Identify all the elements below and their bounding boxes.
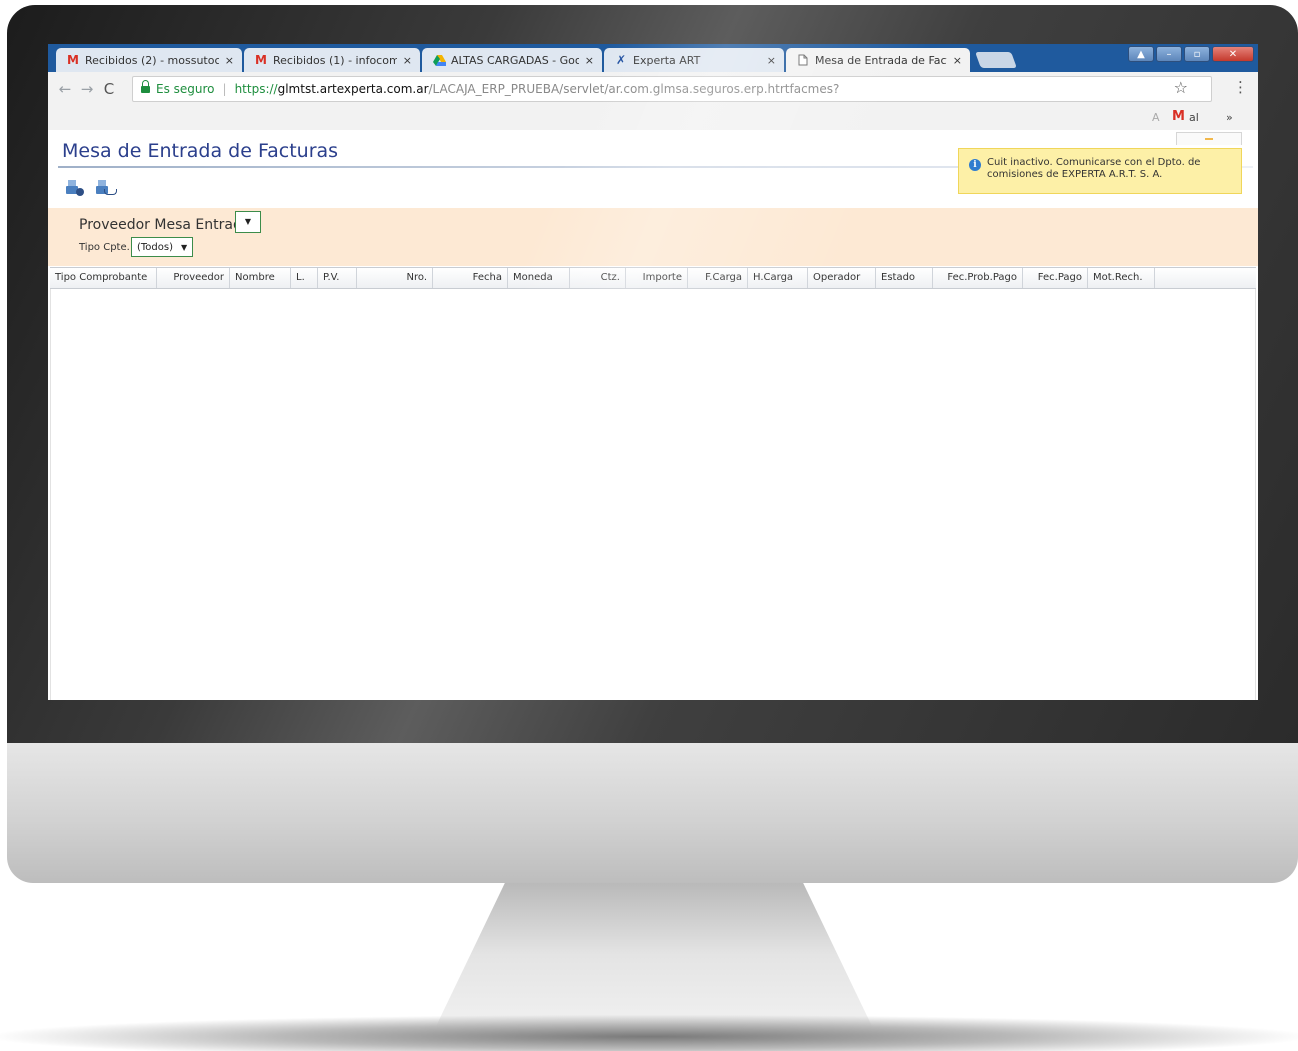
view-invoice-icon[interactable] bbox=[94, 178, 117, 196]
col-operador[interactable]: Operador bbox=[808, 268, 876, 288]
bookmark-star-icon[interactable]: ☆ bbox=[1174, 78, 1188, 97]
browser-window: M Recibidos (2) - mossutoc × M Recibidos… bbox=[48, 44, 1258, 700]
bookmarks-bar: A M al » bbox=[48, 106, 1258, 131]
new-tab-button[interactable] bbox=[975, 52, 1017, 68]
action-toolbar bbox=[64, 178, 117, 196]
tab-title: ALTAS CARGADAS - Goo bbox=[451, 53, 579, 67]
col-fec-pago[interactable]: Fec.Pago bbox=[1023, 268, 1088, 288]
url-scheme: https:// bbox=[234, 82, 278, 96]
grid-header: Tipo Comprobante Proveedor Nombre L. P.V… bbox=[50, 267, 1256, 289]
col-nro[interactable]: Nro. bbox=[357, 268, 433, 288]
secure-label: Es seguro bbox=[156, 82, 215, 96]
experta-icon: ✗ bbox=[615, 53, 627, 67]
col-f-carga[interactable]: F.Carga bbox=[688, 268, 748, 288]
notification-handle[interactable] bbox=[1176, 132, 1242, 145]
col-fec-prob-pago[interactable]: Fec.Prob.Pago bbox=[933, 268, 1023, 288]
back-icon[interactable]: ← bbox=[54, 80, 76, 98]
monitor-chin bbox=[7, 743, 1298, 883]
menu-icon[interactable]: ⋮ bbox=[1233, 78, 1248, 96]
col-l[interactable]: L. bbox=[291, 268, 318, 288]
col-estado[interactable]: Estado bbox=[876, 268, 933, 288]
page-content: Mesa de Entrada de Facturas i Cuit inact… bbox=[48, 130, 1258, 700]
tab-mesa-entrada[interactable]: Mesa de Entrada de Fact × bbox=[786, 48, 970, 72]
col-pv[interactable]: P.V. bbox=[318, 268, 357, 288]
user-icon[interactable]: ▲ bbox=[1128, 46, 1154, 62]
gmail-icon[interactable]: M bbox=[1172, 109, 1185, 124]
tab-strip: M Recibidos (2) - mossutoc × M Recibidos… bbox=[48, 44, 1258, 72]
col-proveedor[interactable]: Proveedor bbox=[157, 268, 230, 288]
close-icon[interactable]: × bbox=[953, 54, 962, 67]
tab-title: Mesa de Entrada de Fact bbox=[815, 53, 947, 67]
tab-title: Experta ART bbox=[633, 53, 701, 67]
filter-panel: Proveedor Mesa Entrada ▼ Tipo Cpte. (Tod… bbox=[48, 208, 1258, 266]
tab-experta-art[interactable]: ✗ Experta ART × bbox=[604, 48, 784, 72]
window-close-icon[interactable]: ✕ bbox=[1212, 46, 1254, 62]
chevron-down-icon: ▼ bbox=[181, 242, 188, 252]
close-icon[interactable]: × bbox=[225, 54, 234, 67]
tab-gmail-mossuto[interactable]: M Recibidos (2) - mossutoc × bbox=[56, 48, 242, 72]
gmail-icon: M bbox=[255, 53, 267, 67]
notification-box: i Cuit inactivo. Comunicarse con el Dpto… bbox=[958, 148, 1242, 194]
monitor-base-shadow bbox=[0, 1015, 1298, 1051]
close-icon[interactable]: × bbox=[403, 54, 412, 67]
col-fecha[interactable]: Fecha bbox=[433, 268, 508, 288]
proveedor-select[interactable]: ▼ bbox=[235, 211, 261, 233]
col-mot-rech[interactable]: Mot.Rech. bbox=[1088, 268, 1155, 288]
col-importe[interactable]: Importe bbox=[626, 268, 688, 288]
col-h-carga[interactable]: H.Carga bbox=[748, 268, 808, 288]
page-title: Mesa de Entrada de Facturas bbox=[62, 140, 339, 162]
col-tipo-comprobante[interactable]: Tipo Comprobante bbox=[50, 268, 157, 288]
bookmark-al[interactable]: al bbox=[1189, 111, 1199, 124]
info-icon: i bbox=[969, 159, 981, 171]
lock-icon bbox=[141, 80, 150, 94]
page-icon bbox=[796, 54, 810, 66]
tipo-cpte-value: (Todos) bbox=[137, 241, 174, 253]
url-separator: | bbox=[222, 82, 227, 96]
col-ctz[interactable]: Ctz. bbox=[570, 268, 626, 288]
proveedor-label: Proveedor Mesa Entrada bbox=[79, 217, 251, 233]
add-invoice-icon[interactable] bbox=[64, 178, 86, 196]
grid-body bbox=[50, 289, 1256, 700]
url-host: glmtst.artexperta.com.ar bbox=[277, 82, 429, 96]
tab-gmail-infocomis[interactable]: M Recibidos (1) - infocomis × bbox=[244, 48, 420, 72]
close-icon[interactable]: × bbox=[767, 54, 776, 67]
col-nombre[interactable]: Nombre bbox=[230, 268, 291, 288]
url-path: /LACAJA_ERP_PRUEBA/servlet/ar.com.glmsa.… bbox=[428, 82, 840, 96]
address-bar[interactable]: Es seguro | https://glmtst.artexperta.co… bbox=[132, 76, 1212, 102]
tipo-cpte-label: Tipo Cpte. bbox=[79, 242, 130, 253]
tab-title: Recibidos (1) - infocomis bbox=[273, 53, 397, 67]
minimize-icon[interactable]: – bbox=[1156, 46, 1182, 62]
tab-altas-cargadas[interactable]: ALTAS CARGADAS - Goo × bbox=[422, 48, 602, 72]
close-icon[interactable]: × bbox=[585, 54, 594, 67]
forward-icon[interactable]: → bbox=[76, 80, 98, 98]
chevron-down-icon: ▼ bbox=[244, 217, 252, 226]
bookmark-a[interactable]: A bbox=[1152, 111, 1160, 124]
browser-toolbar: ← → C Es seguro | https://glmtst.artexpe… bbox=[48, 72, 1258, 106]
window-controls: ▲ – ▫ ✕ bbox=[1128, 46, 1254, 62]
notification-text: Cuit inactivo. Comunicarse con el Dpto. … bbox=[987, 157, 1201, 180]
gmail-icon: M bbox=[67, 53, 79, 67]
drive-icon bbox=[432, 54, 446, 66]
reload-icon[interactable]: C bbox=[98, 80, 120, 98]
tipo-cpte-select[interactable]: (Todos) ▼ bbox=[131, 237, 193, 257]
tab-title: Recibidos (2) - mossutoc bbox=[85, 53, 219, 67]
bookmarks-overflow-icon[interactable]: » bbox=[1226, 111, 1233, 124]
maximize-icon[interactable]: ▫ bbox=[1184, 46, 1210, 62]
col-moneda[interactable]: Moneda bbox=[508, 268, 570, 288]
